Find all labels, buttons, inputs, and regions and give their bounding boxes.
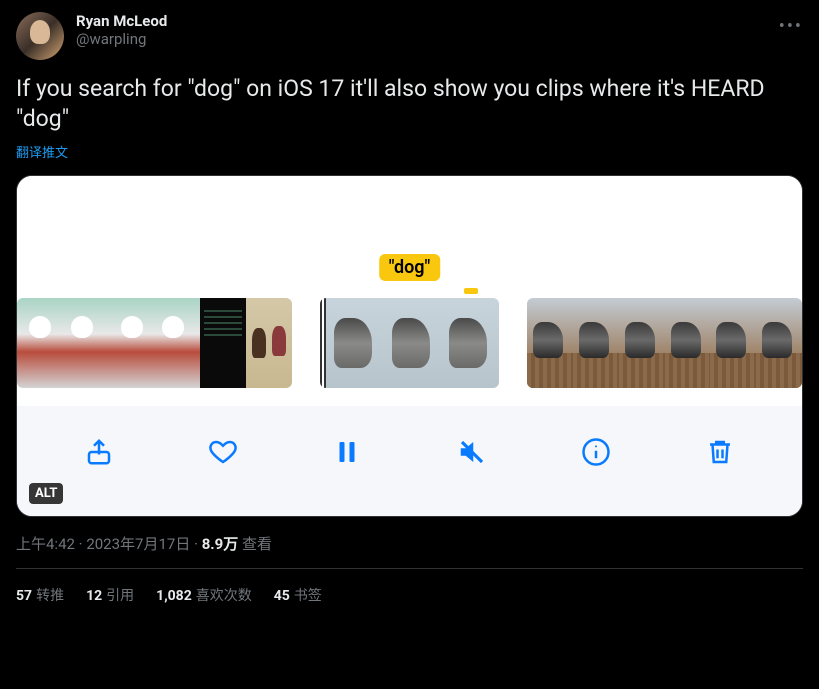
clip-frame [17,298,63,388]
clip-frame [246,298,292,388]
clip-group[interactable] [527,298,802,388]
meta-row: 上午4:42 · 2023年7月17日 · 8.9万 查看 [16,533,803,554]
stats-row: 57转推 12引用 1,082喜欢次数 45书签 [16,569,803,605]
mute-icon[interactable] [454,434,490,470]
tweet-header: Ryan McLeod @warpling ••• [16,12,803,60]
clip-group[interactable] [17,298,292,388]
clip-frame [384,298,442,388]
search-term-marker [464,288,478,294]
avatar[interactable] [16,12,64,60]
clip-frame [326,298,384,388]
views-label: 查看 [238,535,272,553]
clip-frame [200,298,246,388]
quotes-stat[interactable]: 12引用 [86,585,134,605]
info-icon[interactable] [578,434,614,470]
clip-frame [63,298,109,388]
trash-icon[interactable] [702,434,738,470]
media-card[interactable]: "dog" [16,175,803,517]
clip-frame [154,298,200,388]
clip-group[interactable] [320,298,499,388]
clip-frame [619,298,665,388]
clip-frame [665,298,711,388]
tweet-time[interactable]: 上午4:42 [16,535,75,553]
media-toolbar [17,406,802,516]
clip-frame [527,298,573,388]
translate-link[interactable]: 翻译推文 [16,142,68,161]
bookmarks-stat[interactable]: 45书签 [274,585,322,605]
tweet-date[interactable]: 2023年7月17日 [86,535,190,553]
more-icon[interactable]: ••• [779,16,803,37]
user-info: Ryan McLeod @warpling [76,12,167,48]
media-preview-top: "dog" [17,176,802,281]
alt-badge[interactable]: ALT [29,483,63,504]
clip-frame [756,298,802,388]
handle[interactable]: @warpling [76,30,167,48]
search-term-label: "dog" [379,254,441,281]
clip-gap [499,298,527,388]
retweets-stat[interactable]: 57转推 [16,585,64,605]
video-timeline[interactable] [17,298,802,388]
heart-icon[interactable] [205,434,241,470]
clip-frame [710,298,756,388]
share-icon[interactable] [81,434,117,470]
tweet-container: Ryan McLeod @warpling ••• If you search … [0,0,819,617]
likes-stat[interactable]: 1,082喜欢次数 [156,585,252,605]
clip-frame [573,298,619,388]
pause-icon[interactable] [329,434,365,470]
display-name[interactable]: Ryan McLeod [76,12,167,30]
clip-frame [109,298,155,388]
tweet-text: If you search for "dog" on iOS 17 it'll … [16,74,803,134]
views-count: 8.9万 [202,535,239,553]
clip-gap [292,298,320,388]
clip-frame [441,298,499,388]
